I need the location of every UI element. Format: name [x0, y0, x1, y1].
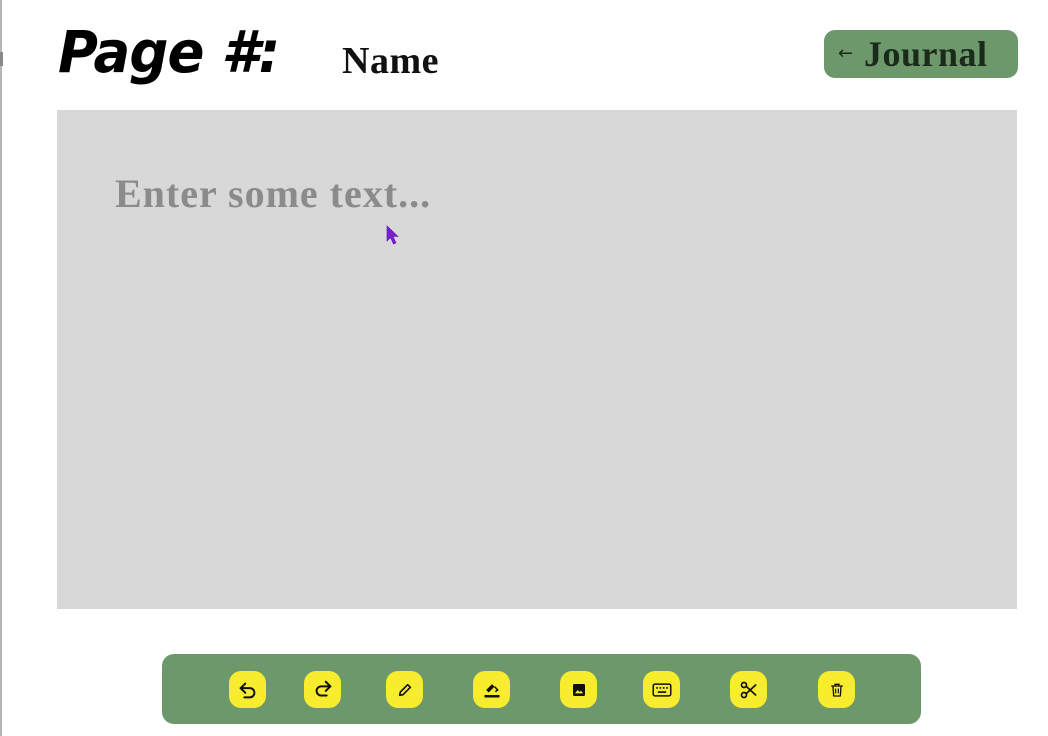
- undo-button[interactable]: [229, 671, 266, 708]
- highlighter-icon: [484, 683, 499, 697]
- window-edge: [0, 0, 2, 736]
- keyboard-button[interactable]: [643, 671, 680, 708]
- trash-icon: [830, 683, 843, 697]
- pencil-icon: [398, 683, 411, 696]
- window-edge-handle[interactable]: [0, 52, 3, 66]
- journal-button-label: Journal: [864, 34, 988, 74]
- redo-icon: [315, 680, 331, 697]
- keyboard-icon: [652, 682, 671, 697]
- cut-button[interactable]: [730, 671, 767, 708]
- back-arrow-icon: ←: [838, 43, 854, 64]
- highlighter-button[interactable]: [473, 671, 510, 708]
- delete-button[interactable]: [818, 671, 855, 708]
- text-editor-input[interactable]: [57, 110, 1017, 609]
- pencil-button[interactable]: [386, 671, 423, 708]
- text-editor-area: [57, 110, 1017, 609]
- back-to-journal-button[interactable]: ← Journal: [824, 30, 1018, 78]
- page-number-label: Page #:: [58, 18, 280, 86]
- redo-button[interactable]: [304, 671, 341, 708]
- scissors-icon: [740, 681, 756, 698]
- editor-toolbar: [162, 654, 921, 724]
- mouse-pointer-icon: [386, 225, 399, 245]
- image-icon: [572, 683, 585, 696]
- page-name: Name: [342, 40, 439, 82]
- insert-image-button[interactable]: [560, 671, 597, 708]
- undo-icon: [239, 682, 255, 698]
